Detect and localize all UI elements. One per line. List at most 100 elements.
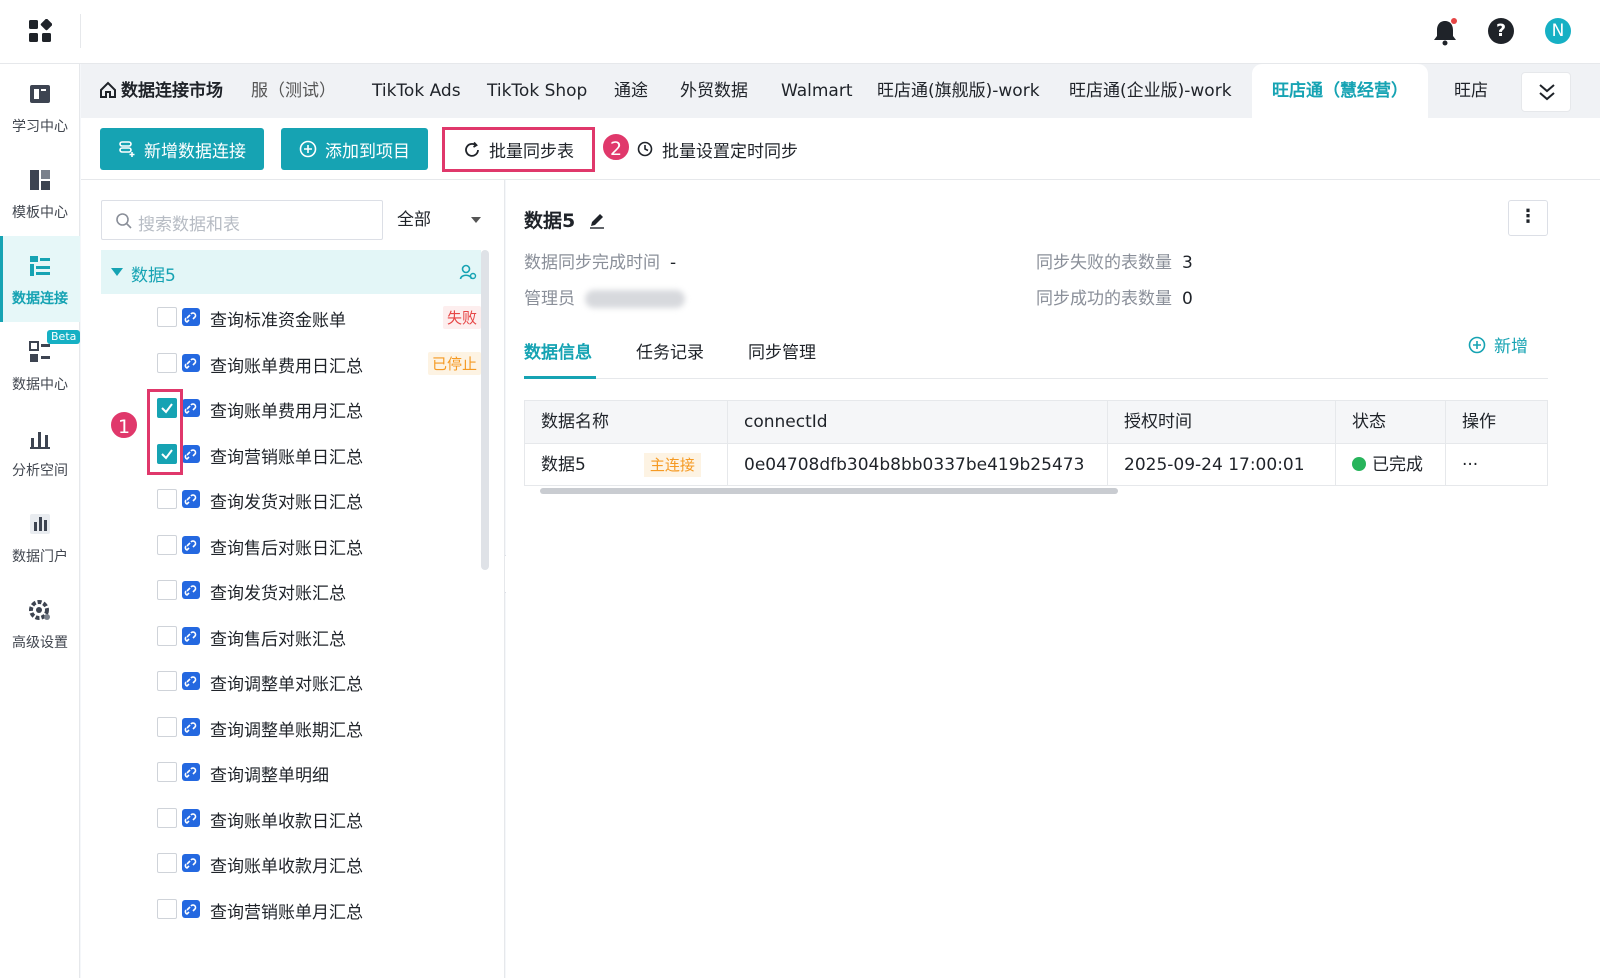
tab-test-service[interactable]: 服（测试） — [251, 64, 336, 118]
tab-wdt-huijingying[interactable]: 旺店通（慧经营） — [1252, 64, 1428, 118]
api-table-icon — [182, 444, 200, 463]
sidebar-item-settings[interactable]: 高级设置 — [0, 580, 80, 666]
table-row[interactable]: 查询调整单明细 — [81, 750, 481, 795]
table-row[interactable]: 查询账单费用日汇总 已停止 — [81, 341, 481, 386]
avatar[interactable]: N — [1545, 18, 1571, 44]
tab-sync-management[interactable]: 同步管理 — [748, 338, 816, 363]
more-options-button[interactable]: ⋮ — [1508, 200, 1548, 236]
sidebar-item-portal[interactable]: 数据门户 — [0, 494, 80, 580]
tab-tiktok-shop[interactable]: TikTok Shop — [487, 64, 587, 118]
portal-icon — [30, 514, 50, 534]
column-header-status: 状态 — [1336, 401, 1446, 443]
row-checkbox[interactable] — [157, 534, 177, 555]
meta-value: 3 — [1182, 253, 1193, 273]
search-input[interactable]: 搜索数据和表 — [101, 200, 383, 240]
beta-badge: Beta — [47, 330, 81, 344]
tab-connection-market[interactable]: 数据连接市场 — [99, 64, 223, 118]
table-row[interactable]: 查询售后对账日汇总 — [81, 523, 481, 568]
table-row[interactable]: 查询发货对账日汇总 — [81, 477, 481, 522]
row-checkbox[interactable] — [157, 671, 177, 691]
meta-value: 0 — [1182, 289, 1193, 309]
table-name: 查询发货对账汇总 — [210, 584, 346, 604]
add-label: 新增 — [1494, 337, 1528, 357]
row-checkbox[interactable] — [157, 352, 177, 373]
table-row[interactable]: 查询标准资金账单 失败 — [81, 295, 481, 340]
database-add-icon — [119, 141, 135, 157]
row-checkbox[interactable] — [157, 807, 177, 828]
table-row[interactable]: 查询账单费用月汇总 — [81, 386, 481, 431]
top-bar: ? N — [0, 0, 1600, 64]
table-row[interactable]: 查询账单收款月汇总 — [81, 841, 481, 886]
sidebar-item-label: 学习中心 — [12, 119, 68, 135]
status-badge: 已停止 — [427, 351, 481, 375]
row-checkbox[interactable] — [157, 489, 177, 509]
table-scrollbar[interactable] — [524, 486, 1548, 496]
sidebar-item-learning[interactable]: 学习中心 — [0, 64, 80, 150]
row-checkbox[interactable] — [157, 853, 177, 873]
table-row[interactable]: 查询发货对账汇总 — [81, 568, 481, 613]
tab-tongtu[interactable]: 通途 — [614, 64, 648, 118]
sidebar-item-data-center[interactable]: Beta 数据中心 — [0, 322, 81, 408]
sidebar-item-label: 数据门户 — [12, 549, 68, 565]
tab-wdt-more[interactable]: 旺店 — [1454, 64, 1488, 118]
tab-label: 数据连接市场 — [121, 81, 223, 101]
sidebar-item-templates[interactable]: 模板中心 — [0, 150, 80, 236]
table-name: 查询调整单明细 — [210, 766, 329, 786]
sidebar-item-analysis[interactable]: 分析空间 — [0, 408, 80, 494]
more-tabs-button[interactable] — [1521, 72, 1571, 112]
batch-sync-button[interactable]: 批量同步表 — [442, 127, 595, 172]
table-row[interactable]: 查询调整单账期汇总 — [81, 705, 481, 750]
tree-node-label: 数据5 — [131, 266, 176, 286]
cell-name-text: 数据5 — [541, 455, 586, 475]
tree-scrollbar[interactable] — [481, 250, 489, 570]
table-row[interactable]: 查询账单收款日汇总 — [81, 796, 481, 841]
row-checkbox[interactable] — [157, 716, 177, 737]
table-row[interactable]: 查询售后对账汇总 — [81, 614, 481, 659]
tab-walmart[interactable]: Walmart — [781, 64, 853, 118]
table-row[interactable]: 数据5 主连接 0e04708dfb304b8bb0337be419b25473 … — [525, 443, 1547, 485]
user-permission-icon[interactable] — [459, 263, 477, 281]
connection-tabs: 数据连接市场 服（测试） TikTok Ads TikTok Shop 通途 外… — [81, 64, 1600, 118]
column-header-auth-time: 授权时间 — [1108, 401, 1336, 443]
success-count-meta: 同步成功的表数量 0 — [1036, 284, 1193, 309]
cell-auth-time: 2025-09-24 17:00:01 — [1108, 443, 1336, 485]
meta-label: 同步成功的表数量 — [1036, 289, 1172, 309]
batch-schedule-button[interactable]: 批量设置定时同步 — [618, 128, 816, 170]
row-checkbox[interactable] — [157, 762, 177, 782]
tab-data-info[interactable]: 数据信息 — [524, 338, 592, 363]
tab-task-records[interactable]: 任务记录 — [636, 338, 704, 363]
main-connection-tag: 主连接 — [643, 453, 701, 477]
row-checkbox[interactable] — [157, 625, 177, 646]
add-button[interactable]: 新增 — [1468, 332, 1528, 357]
table-row[interactable]: 查询营销账单日汇总 — [81, 432, 481, 477]
filter-select[interactable]: 全部 — [397, 200, 485, 240]
tree-node-root[interactable]: 数据5 — [101, 250, 481, 294]
table-row[interactable]: 查询营销账单月汇总 — [81, 887, 481, 932]
tab-foreign-trade[interactable]: 外贸数据 — [680, 64, 748, 118]
add-to-project-button[interactable]: 添加到项目 — [281, 128, 428, 170]
row-actions-button[interactable]: ··· — [1446, 443, 1547, 485]
scroll-thumb[interactable] — [540, 488, 1118, 494]
sidebar-item-data-connection[interactable]: 数据连接 — [0, 236, 80, 322]
bell-icon[interactable] — [1432, 18, 1458, 46]
help-icon[interactable]: ? — [1488, 18, 1514, 44]
edit-icon[interactable] — [588, 211, 606, 229]
tab-tiktok-ads[interactable]: TikTok Ads — [372, 64, 461, 118]
app-grid-icon[interactable] — [28, 19, 52, 43]
tab-wdt-enterprise[interactable]: 旺店通(企业版)-work — [1069, 64, 1232, 118]
api-table-icon — [182, 399, 200, 417]
data-tree-panel: 搜索数据和表 全部 数据5 查询标准资金账单 失败 查询账单费用日汇总 已停止 查询账单… — [81, 180, 505, 978]
row-checkbox[interactable] — [157, 580, 177, 600]
tab-wdt-flagship[interactable]: 旺店通(旗舰版)-work — [877, 64, 1040, 118]
row-checkbox[interactable] — [157, 898, 177, 919]
row-checkbox[interactable] — [157, 307, 177, 327]
step-1-badge: 1 — [109, 410, 139, 440]
table-row[interactable]: 查询调整单对账汇总 — [81, 659, 481, 704]
api-table-icon — [182, 626, 200, 645]
table-name: 查询营销账单日汇总 — [210, 447, 363, 468]
sidebar-item-label: 数据连接 — [12, 291, 68, 307]
table-name: 查询账单收款日汇总 — [210, 811, 363, 832]
expand-triangle-icon[interactable] — [111, 268, 123, 276]
chevron-double-down-icon — [1539, 84, 1555, 101]
add-connection-button[interactable]: 新增数据连接 — [100, 128, 264, 170]
